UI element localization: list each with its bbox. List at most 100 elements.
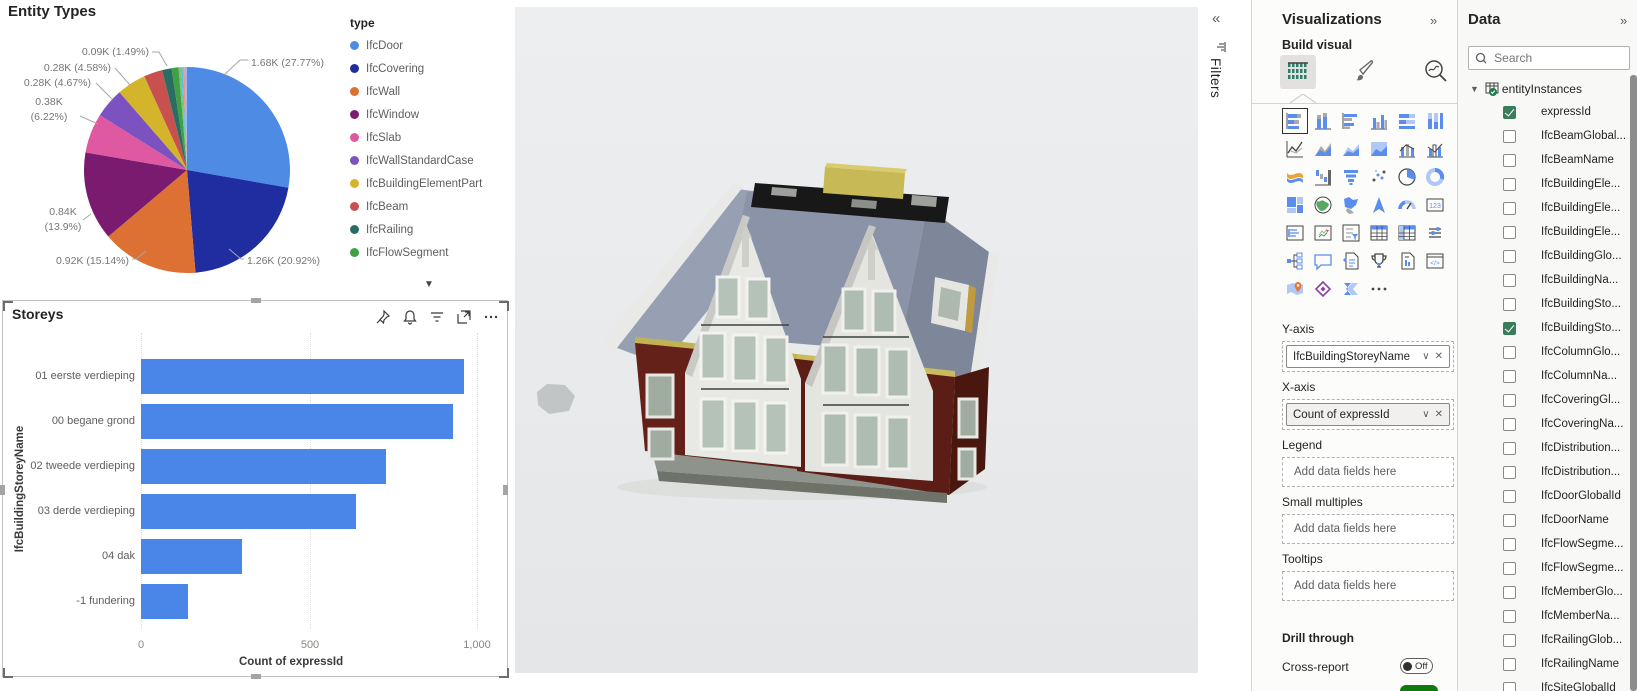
chevron-down-icon[interactable]: ▼ [1470,84,1479,94]
field-row-IfcBuildingSto[interactable]: IfcBuildingSto... [1458,292,1630,316]
visual-type-scatter-icon[interactable] [1366,164,1392,190]
visual-type-multirow-card-icon[interactable] [1282,220,1308,246]
field-row-IfcBeamGlobal[interactable]: IfcBeamGlobal... [1458,124,1630,148]
visual-type-gauge-icon[interactable] [1394,192,1420,218]
well-dropzone[interactable]: Add data fields here [1282,571,1454,601]
visual-type-matrix-icon[interactable] [1394,220,1420,246]
field-checkbox[interactable] [1503,490,1516,503]
field-row-IfcDoorName[interactable]: IfcDoorName [1458,508,1630,532]
chevron-down-icon[interactable]: ∨ [1422,351,1429,362]
field-row-IfcBuildingEle[interactable]: IfcBuildingEle... [1458,220,1630,244]
legend-item-IfcDoor[interactable]: IfcDoor [350,34,510,57]
resize-corner[interactable] [499,668,509,678]
field-row-IfcBuildingEle[interactable]: IfcBuildingEle... [1458,196,1630,220]
visual-type-bar-100-icon[interactable] [1394,108,1420,134]
field-row-IfcCoveringGl[interactable]: IfcCoveringGl... [1458,388,1630,412]
data-pane-scrollbar[interactable] [1630,75,1637,691]
remove-field-icon[interactable]: ✕ [1435,409,1443,420]
visual-type-waterfall-icon[interactable] [1310,164,1336,190]
field-row-IfcBuildingEle[interactable]: IfcBuildingEle... [1458,172,1630,196]
field-row-IfcDoorGlobalId[interactable]: IfcDoorGlobalId [1458,484,1630,508]
field-row-IfcColumnNa[interactable]: IfcColumnNa... [1458,364,1630,388]
bar--1-fundering[interactable] [141,584,188,619]
legend-item-IfcWindow[interactable]: IfcWindow [350,103,510,126]
legend-item-IfcFlowSegment[interactable]: IfcFlowSegment [350,241,510,264]
field-row-IfcColumnGlo[interactable]: IfcColumnGlo... [1458,340,1630,364]
expand-filters-chevron-icon[interactable]: « [1212,10,1220,27]
pie-slice-IfcDoor[interactable] [187,67,290,188]
visual-type-azure-map-icon[interactable] [1366,192,1392,218]
legend-item-IfcBuildingElementPart[interactable]: IfcBuildingElementPart [350,172,510,195]
resize-handle[interactable] [0,485,5,495]
resize-handle[interactable] [503,485,508,495]
field-checkbox[interactable] [1503,106,1516,119]
field-checkbox[interactable] [1503,250,1516,263]
legend-item-IfcWall[interactable]: IfcWall [350,80,510,103]
visual-type-column-100-icon[interactable] [1422,108,1448,134]
field-checkbox[interactable] [1503,298,1516,311]
well-dropzone[interactable]: Add data fields here [1282,457,1454,487]
visual-type-donut-icon[interactable] [1422,164,1448,190]
resize-corner[interactable] [499,301,509,311]
visual-type-clustered-bar-icon[interactable] [1338,108,1364,134]
field-checkbox[interactable] [1503,634,1516,647]
field-checkbox[interactable] [1503,658,1516,671]
field-row-IfcBuildingNa[interactable]: IfcBuildingNa... [1458,268,1630,292]
field-checkbox[interactable] [1503,154,1516,167]
visual-type-pie-icon[interactable] [1394,164,1420,190]
pie-chart[interactable]: 1.68K (27.77%)1.26K (20.92%)0.92K (15.14… [0,28,350,296]
visual-type-stacked-column-icon[interactable] [1310,108,1336,134]
visual-type-qa-icon[interactable] [1310,248,1336,274]
visual-type-narrative-icon[interactable] [1338,248,1364,274]
visual-type-script-icon[interactable]: </> [1422,248,1448,274]
visual-type-map-icon[interactable] [1310,192,1336,218]
field-checkbox[interactable] [1503,202,1516,215]
legend-item-IfcSlab[interactable]: IfcSlab [350,126,510,149]
collapse-data-chevron-icon[interactable]: » [1620,13,1627,28]
bar-00-begane-grond[interactable] [141,404,453,439]
visual-type-paginated-icon[interactable] [1394,248,1420,274]
analytics-icon[interactable] [1422,58,1450,86]
visual-type-card-icon[interactable]: 123 [1422,192,1448,218]
field-row-IfcFlowSegme[interactable]: IfcFlowSegme... [1458,556,1630,580]
field-row-IfcBuildingSto[interactable]: IfcBuildingSto... [1458,316,1630,340]
resize-corner[interactable] [3,301,13,311]
well-dropzone[interactable]: IfcBuildingStoreyName ∨ ✕ [1282,341,1454,372]
bar-01-eerste-verdieping[interactable] [141,359,464,394]
legend-item-IfcRailing[interactable]: IfcRailing [350,218,510,241]
field-row-IfcRailingGlob[interactable]: IfcRailingGlob... [1458,628,1630,652]
visual-type-slicer-icon[interactable] [1338,220,1364,246]
visual-type-line-clustered-column-icon[interactable] [1422,136,1448,162]
table-row-entityinstances[interactable]: ▼ entityInstances [1458,78,1630,100]
visual-type-stacked-bar-icon[interactable] [1282,108,1308,134]
chevron-down-icon[interactable]: ∨ [1422,409,1429,420]
field-row-IfcDistribution[interactable]: IfcDistribution... [1458,460,1630,484]
field-checkbox[interactable] [1503,346,1516,359]
visual-type-kpi-icon[interactable] [1310,220,1336,246]
search-box[interactable] [1468,46,1630,70]
field-checkbox[interactable] [1503,562,1516,575]
field-checkbox[interactable] [1503,682,1516,691]
filters-pane-icon[interactable] [1214,40,1228,54]
field-row-IfcCoveringNa[interactable]: IfcCoveringNa... [1458,412,1630,436]
field-row-IfcFlowSegme[interactable]: IfcFlowSegme... [1458,532,1630,556]
visual-type-stacked-area-icon[interactable] [1338,136,1364,162]
field-row-IfcDistribution[interactable]: IfcDistribution... [1458,436,1630,460]
well-dropzone[interactable]: Count of expressId ∨ ✕ [1282,399,1454,430]
field-checkbox[interactable] [1503,586,1516,599]
well-dropzone[interactable]: Add data fields here [1282,514,1454,544]
legend-item-IfcWallStandardCase[interactable]: IfcWallStandardCase [350,149,510,172]
search-input[interactable] [1492,50,1623,66]
ifc-building-model[interactable] [597,137,1007,509]
field-checkbox[interactable] [1503,442,1516,455]
visual-type-metrics-icon[interactable] [1366,248,1392,274]
remove-field-icon[interactable]: ✕ [1435,351,1443,362]
legend-item-IfcCovering[interactable]: IfcCovering [350,57,510,80]
cross-report-toggle[interactable]: Off [1400,658,1433,674]
field-checkbox[interactable] [1503,370,1516,383]
visual-type-line-stacked-column-icon[interactable] [1394,136,1420,162]
visual-type-ribbon-icon[interactable] [1282,164,1308,190]
bar-04-dak[interactable] [141,539,242,574]
visual-type-power-apps-icon[interactable] [1310,276,1336,302]
field-row-IfcSiteGlobalId[interactable]: IfcSiteGlobalId [1458,676,1630,691]
